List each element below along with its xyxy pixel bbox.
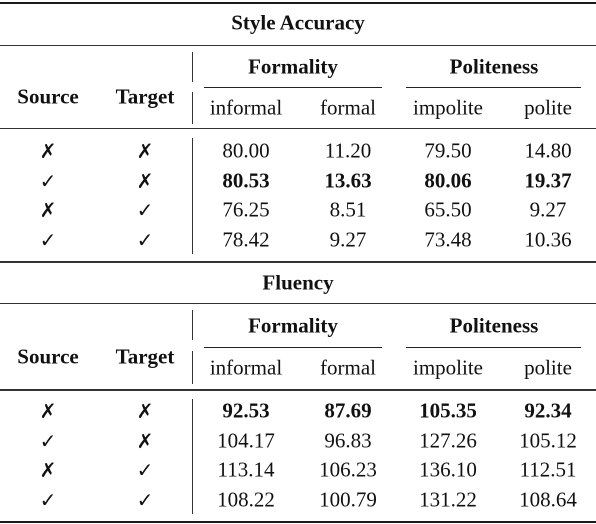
group-header-formality: Formality bbox=[248, 313, 338, 338]
vertical-rule bbox=[192, 52, 193, 82]
cell-formal: 11.20 bbox=[324, 138, 372, 163]
cell-formal: 9.27 bbox=[329, 227, 367, 251]
row-header-source: Source bbox=[17, 84, 79, 109]
vertical-rule bbox=[192, 92, 193, 124]
cmidrule-formality bbox=[204, 87, 382, 88]
cell-informal: 92.53 bbox=[222, 398, 270, 423]
cross-icon: ✗ bbox=[136, 399, 154, 423]
cell-informal: 108.22 bbox=[217, 487, 275, 511]
cell-informal: 80.53 bbox=[222, 168, 270, 192]
cell-polite: 105.12 bbox=[519, 428, 577, 452]
cell-polite: 108.64 bbox=[519, 487, 577, 511]
cmidrule-politeness bbox=[406, 347, 581, 348]
check-icon: ✓ bbox=[39, 227, 57, 252]
subheader-formal: formal bbox=[320, 95, 376, 120]
section-title: Fluency bbox=[262, 270, 334, 295]
title-rule bbox=[0, 303, 596, 304]
row-header-target: Target bbox=[115, 344, 175, 369]
check-icon: ✓ bbox=[136, 458, 154, 482]
subheader-informal: informal bbox=[209, 355, 283, 380]
check-icon: ✓ bbox=[136, 487, 154, 512]
cell-informal: 104.17 bbox=[217, 428, 275, 452]
cross-icon: ✗ bbox=[39, 399, 57, 423]
cell-polite: 9.27 bbox=[529, 197, 567, 222]
section-fluency: Fluency Source Target Formality Politene… bbox=[0, 260, 596, 523]
bottom-rule bbox=[0, 521, 596, 523]
top-rule bbox=[0, 2, 596, 4]
group-header-politeness: Politeness bbox=[449, 54, 539, 79]
group-header-formality: Formality bbox=[248, 54, 338, 79]
cell-impolite: 131.22 bbox=[419, 487, 477, 511]
cross-icon: ✗ bbox=[39, 139, 57, 163]
cell-informal: 78.42 bbox=[222, 227, 270, 251]
cell-impolite: 105.35 bbox=[419, 398, 477, 423]
vertical-rule bbox=[192, 310, 193, 340]
cell-informal: 113.14 bbox=[217, 457, 275, 482]
row-header-target: Target bbox=[115, 84, 175, 109]
cell-impolite: 127.26 bbox=[419, 428, 477, 452]
check-icon: ✓ bbox=[39, 168, 57, 193]
vertical-rule bbox=[192, 351, 193, 384]
cell-polite: 112.51 bbox=[519, 457, 577, 482]
cell-impolite: 65.50 bbox=[424, 197, 472, 222]
cross-icon: ✗ bbox=[39, 458, 57, 482]
header-rule bbox=[0, 389, 596, 391]
cell-formal: 96.83 bbox=[324, 428, 372, 452]
subheader-formal: formal bbox=[320, 355, 376, 380]
check-icon: ✓ bbox=[39, 487, 57, 512]
check-icon: ✓ bbox=[136, 227, 154, 252]
cell-formal: 8.51 bbox=[329, 197, 367, 222]
section-style-accuracy: Style Accuracy Source Target Formality P… bbox=[0, 0, 596, 263]
cmidrule-politeness bbox=[406, 87, 581, 88]
cell-informal: 76.25 bbox=[222, 197, 270, 222]
check-icon: ✓ bbox=[39, 428, 57, 453]
header-rule bbox=[0, 128, 596, 129]
cell-impolite: 79.50 bbox=[424, 138, 472, 163]
cmidrule-formality bbox=[204, 347, 382, 348]
subheader-polite: polite bbox=[524, 355, 572, 380]
cell-formal: 13.63 bbox=[324, 168, 372, 192]
cell-polite: 92.34 bbox=[524, 398, 572, 423]
cell-polite: 14.80 bbox=[524, 138, 572, 163]
cross-icon: ✗ bbox=[136, 139, 154, 163]
vertical-rule bbox=[192, 399, 193, 514]
cross-icon: ✗ bbox=[39, 198, 57, 222]
cell-formal: 106.23 bbox=[319, 457, 377, 482]
vertical-rule bbox=[192, 138, 193, 254]
check-icon: ✓ bbox=[136, 198, 154, 222]
cell-polite: 10.36 bbox=[524, 227, 572, 251]
cell-polite: 19.37 bbox=[524, 168, 572, 192]
group-header-politeness: Politeness bbox=[449, 313, 539, 338]
section-title: Style Accuracy bbox=[231, 10, 365, 35]
subheader-impolite: impolite bbox=[413, 95, 483, 120]
title-rule bbox=[0, 45, 596, 46]
cross-icon: ✗ bbox=[136, 428, 154, 453]
cell-impolite: 136.10 bbox=[419, 457, 477, 482]
subheader-informal: informal bbox=[209, 95, 283, 120]
subheader-impolite: impolite bbox=[413, 355, 483, 380]
cell-informal: 80.00 bbox=[222, 138, 270, 163]
cell-formal: 100.79 bbox=[319, 487, 377, 511]
cross-icon: ✗ bbox=[136, 168, 154, 193]
cell-formal: 87.69 bbox=[324, 398, 372, 423]
cell-impolite: 73.48 bbox=[424, 227, 472, 251]
subheader-polite: polite bbox=[524, 95, 572, 120]
row-header-source: Source bbox=[17, 344, 79, 369]
cell-impolite: 80.06 bbox=[424, 168, 472, 192]
